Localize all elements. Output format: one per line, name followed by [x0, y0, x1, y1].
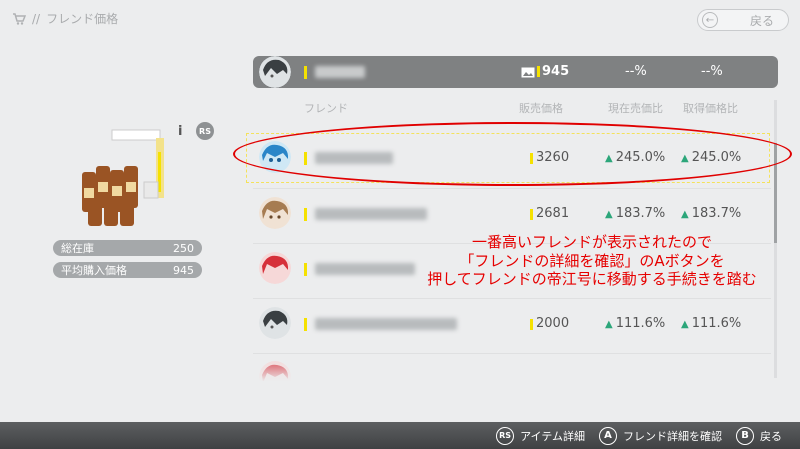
- avatar: [259, 307, 291, 339]
- annotation-line: 押してフレンドの帝江号に移動する手続きを踏む: [427, 270, 757, 288]
- friend-acquired-ratio: ▲ 111.6%: [681, 316, 742, 331]
- back-arrow-icon: ←: [702, 12, 718, 28]
- back-hint-label: 戻る: [760, 429, 782, 443]
- up-arrow-icon: ▲: [605, 319, 613, 330]
- friend-current-ratio: ▲ 183.7%: [605, 206, 666, 221]
- item-image: [82, 129, 164, 226]
- breadcrumb-separator: //: [32, 11, 41, 26]
- yellow-marker: [304, 263, 307, 276]
- total-stock-label: 総在庫: [61, 242, 94, 255]
- friend-price: 2000: [536, 316, 570, 331]
- back-button[interactable]: ← 戻る: [697, 9, 789, 31]
- player-name-blurred: [315, 66, 365, 78]
- avg-price-label: 平均購入価格: [61, 264, 127, 277]
- footer-hints: RS アイテム詳細 A フレンド詳細を確認 B 戻る: [0, 422, 800, 449]
- friend-row[interactable]: 2000 ▲ 111.6% ▲ 111.6%: [253, 298, 773, 348]
- my-price: 945: [542, 64, 570, 79]
- column-header-price: 販売価格: [519, 102, 563, 115]
- up-arrow-icon: ▲: [605, 209, 613, 220]
- annotation-line: 一番高いフレンドが表示されたので: [471, 233, 712, 251]
- yellow-marker: [537, 66, 540, 77]
- avg-price-stat: 平均購入価格 945: [53, 262, 202, 278]
- yellow-marker: [304, 66, 307, 79]
- item-detail-label: アイテム詳細: [520, 429, 585, 443]
- up-arrow-icon: ▲: [681, 209, 689, 220]
- friend-detail-label: フレンド詳細を確認: [623, 429, 722, 443]
- column-header-acquired-ratio: 取得価格比: [683, 102, 738, 115]
- avg-price-value: 945: [173, 263, 194, 277]
- column-header-current-ratio: 現在売価比: [608, 102, 663, 115]
- back-button-label: 戻る: [749, 13, 774, 28]
- my-price-row: 945 --% --%: [253, 56, 778, 88]
- a-button-icon: A: [599, 426, 617, 445]
- friend-price: 2681: [536, 206, 570, 221]
- total-stock-stat: 総在庫 250: [53, 240, 202, 256]
- friend-name-blurred: [315, 208, 427, 220]
- friend-name-blurred: [315, 318, 457, 330]
- annotation-text: 一番高いフレンドが表示されたので 「フレンドの詳細を確認」のAボタンを 押してフ…: [392, 233, 792, 289]
- back-hint[interactable]: B 戻る: [736, 426, 782, 445]
- total-stock-value: 250: [173, 241, 194, 255]
- item-detail-hint[interactable]: RS アイテム詳細: [496, 426, 585, 445]
- column-header-friend: フレンド: [304, 102, 348, 115]
- info-icon[interactable]: i: [178, 124, 182, 139]
- picture-icon: [521, 67, 535, 78]
- friend-detail-hint[interactable]: A フレンド詳細を確認: [599, 426, 722, 445]
- avatar: [259, 56, 291, 88]
- rs-button-icon: RS: [496, 426, 515, 445]
- friend-current-ratio: ▲ 111.6%: [605, 316, 666, 331]
- yellow-marker: [530, 319, 533, 330]
- list-fade: [240, 360, 785, 382]
- page-title: フレンド価格: [46, 12, 119, 26]
- avatar: [259, 197, 291, 229]
- breadcrumb: // フレンド価格: [12, 10, 118, 27]
- my-current-ratio: --%: [625, 64, 647, 79]
- b-button-icon: B: [736, 426, 754, 445]
- my-acquired-ratio: --%: [701, 64, 723, 79]
- yellow-marker: [304, 318, 307, 331]
- up-arrow-icon: ▲: [681, 319, 689, 330]
- yellow-marker: [304, 208, 307, 221]
- friend-row[interactable]: 2681 ▲ 183.7% ▲ 183.7%: [253, 188, 773, 238]
- cart-icon: [13, 12, 26, 25]
- annotation-line: 「フレンドの詳細を確認」のAボタンを: [459, 251, 725, 270]
- friend-acquired-ratio: ▲ 183.7%: [681, 206, 742, 221]
- annotation-ellipse: [233, 122, 792, 186]
- yellow-marker: [530, 209, 533, 220]
- rs-button-badge: RS: [196, 122, 214, 140]
- avatar: [259, 252, 291, 284]
